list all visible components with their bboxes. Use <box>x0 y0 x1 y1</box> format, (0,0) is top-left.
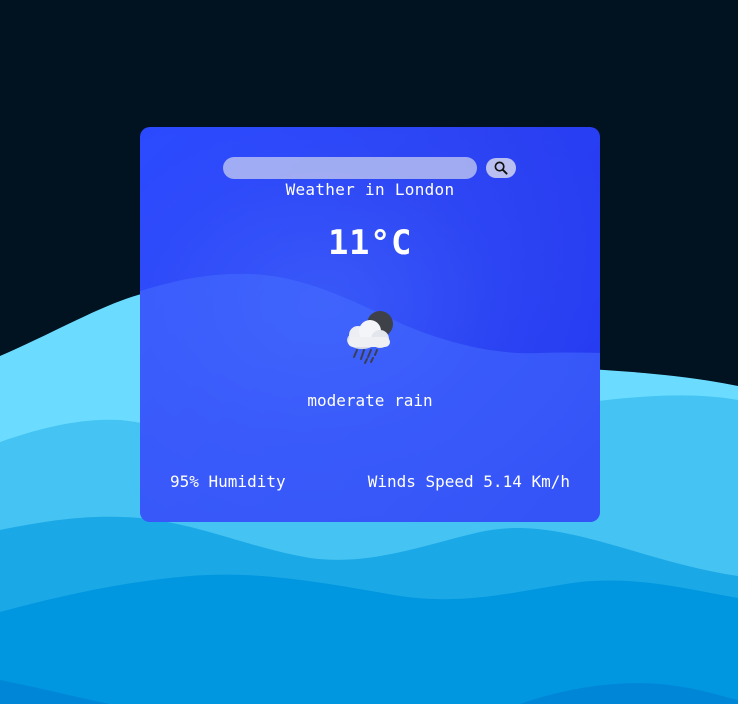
weather-description: moderate rain <box>307 391 433 410</box>
search-input[interactable] <box>223 157 477 179</box>
search-icon <box>494 161 508 175</box>
page: Weather in London 11°C moderate rain 95%… <box>0 0 738 704</box>
weather-card: Weather in London 11°C moderate rain 95%… <box>140 127 600 522</box>
city-title: Weather in London <box>285 180 455 199</box>
temperature-value: 11°C <box>328 223 412 263</box>
cloud-rain-moon-icon <box>347 311 393 364</box>
wind-speed-text: Winds Speed 5.14 Km/h <box>367 472 570 491</box>
search-bar <box>223 157 516 179</box>
weather-stats: 95% Humidity Winds Speed 5.14 Km/h <box>170 472 570 491</box>
search-button[interactable] <box>486 158 516 178</box>
humidity-text: 95% Humidity <box>170 472 286 491</box>
